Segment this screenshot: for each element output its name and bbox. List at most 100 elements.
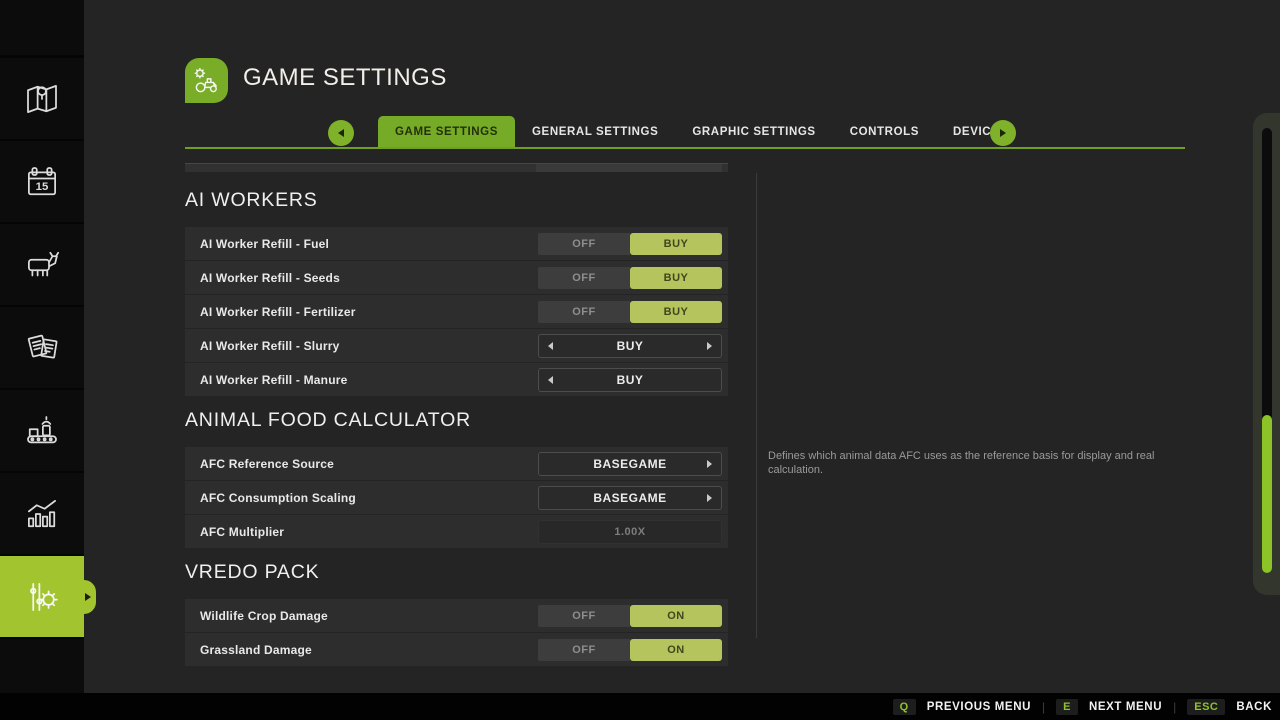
sidebar-item-production[interactable] bbox=[0, 390, 84, 471]
setting-label: AI Worker Refill - Slurry bbox=[200, 339, 339, 353]
scrolled-row-partial bbox=[185, 163, 728, 172]
section-title: AI WORKERS bbox=[185, 188, 728, 212]
toggle-control: OFFBUY bbox=[538, 233, 722, 255]
setting-row[interactable]: AFC Multiplier 1.00X bbox=[185, 515, 728, 548]
toggle-option-on[interactable]: ON bbox=[630, 605, 722, 627]
sidebar-item-game-settings[interactable] bbox=[0, 556, 84, 637]
page-icon bbox=[185, 58, 228, 103]
sidebar-item-statistics[interactable] bbox=[0, 473, 84, 554]
setting-description: Defines which animal data AFC uses as th… bbox=[768, 449, 1188, 477]
panel-divider bbox=[756, 173, 757, 638]
toggle-control: OFFBUY bbox=[538, 301, 722, 323]
toggle-control: OFFON bbox=[538, 605, 722, 627]
toggle-option-off[interactable]: OFF bbox=[538, 267, 630, 289]
tabs-prev-button[interactable] bbox=[328, 120, 354, 146]
key-chip-esc: ESC bbox=[1187, 699, 1225, 715]
sidebar-item-contracts[interactable] bbox=[0, 307, 84, 388]
shortcut-separator: | bbox=[1042, 700, 1045, 714]
toggle-option-off[interactable]: OFF bbox=[538, 639, 630, 661]
animals-icon bbox=[21, 244, 63, 286]
spinner-right-arrow-icon[interactable] bbox=[707, 342, 712, 350]
setting-row[interactable]: AI Worker Refill - Slurry BUY bbox=[185, 329, 728, 362]
chevron-right-icon bbox=[1000, 129, 1006, 137]
sidebar: 15 bbox=[0, 0, 84, 720]
shortcut-label-next-menu: NEXT MENU bbox=[1089, 701, 1162, 713]
spinner-left-arrow-icon[interactable] bbox=[548, 376, 553, 384]
game-settings-screen: 15 bbox=[0, 0, 1280, 720]
spinner-value: BASEGAME bbox=[593, 457, 666, 471]
active-item-pointer-icon bbox=[84, 580, 96, 614]
tab-graphic-settings[interactable]: GRAPHIC SETTINGS bbox=[675, 116, 832, 149]
setting-row[interactable]: AFC Reference Source BASEGAME bbox=[185, 447, 728, 480]
setting-row[interactable]: Wildlife Crop Damage OFFON bbox=[185, 599, 728, 632]
tab-bar: GAME SETTINGSGENERAL SETTINGSGRAPHIC SET… bbox=[378, 116, 1025, 149]
option-spinner[interactable]: BUY bbox=[538, 368, 722, 392]
sidebar-corner bbox=[0, 0, 84, 55]
tab-underline bbox=[185, 147, 1185, 149]
toggle-option-buy[interactable]: BUY bbox=[630, 267, 722, 289]
page-title: GAME SETTINGS bbox=[243, 64, 447, 92]
option-spinner[interactable]: BUY bbox=[538, 334, 722, 358]
section-title: VREDO PACK bbox=[185, 560, 728, 584]
setting-row[interactable]: AFC Consumption Scaling BASEGAME bbox=[185, 481, 728, 514]
statistics-icon bbox=[21, 493, 63, 535]
spinner-right-arrow-icon[interactable] bbox=[707, 494, 712, 502]
spinner-value: BUY bbox=[617, 339, 644, 353]
tabs-next-button[interactable] bbox=[990, 120, 1016, 146]
setting-row[interactable]: AI Worker Refill - Fuel OFFBUY bbox=[185, 227, 728, 260]
sidebar-item-animals[interactable] bbox=[0, 224, 84, 305]
toggle-option-buy[interactable]: BUY bbox=[630, 301, 722, 323]
spinner-left-arrow-icon[interactable] bbox=[548, 342, 553, 350]
toggle-option-on[interactable]: ON bbox=[630, 639, 722, 661]
toggle-option-off[interactable]: OFF bbox=[538, 301, 630, 323]
spinner-right-arrow-icon[interactable] bbox=[707, 460, 712, 468]
setting-label: AI Worker Refill - Seeds bbox=[200, 271, 340, 285]
shortcut-label-previous-menu: PREVIOUS MENU bbox=[927, 701, 1031, 713]
contracts-icon bbox=[21, 327, 63, 369]
shortcut-bar: Q PREVIOUS MENU | E NEXT MENU | ESC BACK bbox=[0, 693, 1280, 720]
spinner-value: BUY bbox=[617, 373, 644, 387]
scrollbar-track[interactable] bbox=[1262, 128, 1272, 573]
setting-label: Grassland Damage bbox=[200, 643, 312, 657]
key-chip-q: Q bbox=[893, 699, 916, 715]
tractor-gear-icon bbox=[190, 64, 224, 98]
sidebar-item-calendar[interactable]: 15 bbox=[0, 141, 84, 222]
tab-game-settings[interactable]: GAME SETTINGS bbox=[378, 116, 515, 149]
setting-row[interactable]: AI Worker Refill - Manure BUY bbox=[185, 363, 728, 396]
spinner-value: BASEGAME bbox=[593, 491, 666, 505]
tab-controls[interactable]: CONTROLS bbox=[833, 116, 936, 149]
section-title: ANIMAL FOOD CALCULATOR bbox=[185, 408, 728, 432]
sidebar-filler bbox=[0, 639, 84, 693]
production-icon bbox=[21, 410, 63, 452]
setting-label: AFC Reference Source bbox=[200, 457, 334, 471]
shortcut-label-back: BACK bbox=[1236, 701, 1272, 713]
scrollbar-thumb[interactable] bbox=[1262, 415, 1272, 573]
map-icon bbox=[21, 78, 63, 120]
chevron-left-icon bbox=[338, 129, 344, 137]
toggle-option-buy[interactable]: BUY bbox=[630, 233, 722, 255]
sidebar-item-map[interactable] bbox=[0, 58, 84, 139]
setting-row[interactable]: AI Worker Refill - Fertilizer OFFBUY bbox=[185, 295, 728, 328]
readonly-value: 1.00X bbox=[538, 520, 722, 544]
svg-text:15: 15 bbox=[36, 180, 49, 192]
option-spinner[interactable]: BASEGAME bbox=[538, 486, 722, 510]
scrollbar bbox=[1253, 113, 1280, 595]
setting-label: AI Worker Refill - Fertilizer bbox=[200, 305, 356, 319]
setting-label: AI Worker Refill - Manure bbox=[200, 373, 347, 387]
calendar-icon: 15 bbox=[21, 161, 63, 203]
key-chip-e: E bbox=[1056, 699, 1078, 715]
setting-label: AI Worker Refill - Fuel bbox=[200, 237, 329, 251]
setting-label: Wildlife Crop Damage bbox=[200, 609, 328, 623]
tab-general-settings[interactable]: GENERAL SETTINGS bbox=[515, 116, 675, 149]
toggle-option-off[interactable]: OFF bbox=[538, 605, 630, 627]
setting-label: AFC Consumption Scaling bbox=[200, 491, 356, 505]
toggle-control: OFFON bbox=[538, 639, 722, 661]
game-settings-icon bbox=[21, 576, 63, 618]
toggle-option-off[interactable]: OFF bbox=[538, 233, 630, 255]
setting-label: AFC Multiplier bbox=[200, 525, 284, 539]
toggle-control: OFFBUY bbox=[538, 267, 722, 289]
option-spinner[interactable]: BASEGAME bbox=[538, 452, 722, 476]
setting-row[interactable]: Grassland Damage OFFON bbox=[185, 633, 728, 666]
shortcut-separator: | bbox=[1173, 700, 1176, 714]
setting-row[interactable]: AI Worker Refill - Seeds OFFBUY bbox=[185, 261, 728, 294]
